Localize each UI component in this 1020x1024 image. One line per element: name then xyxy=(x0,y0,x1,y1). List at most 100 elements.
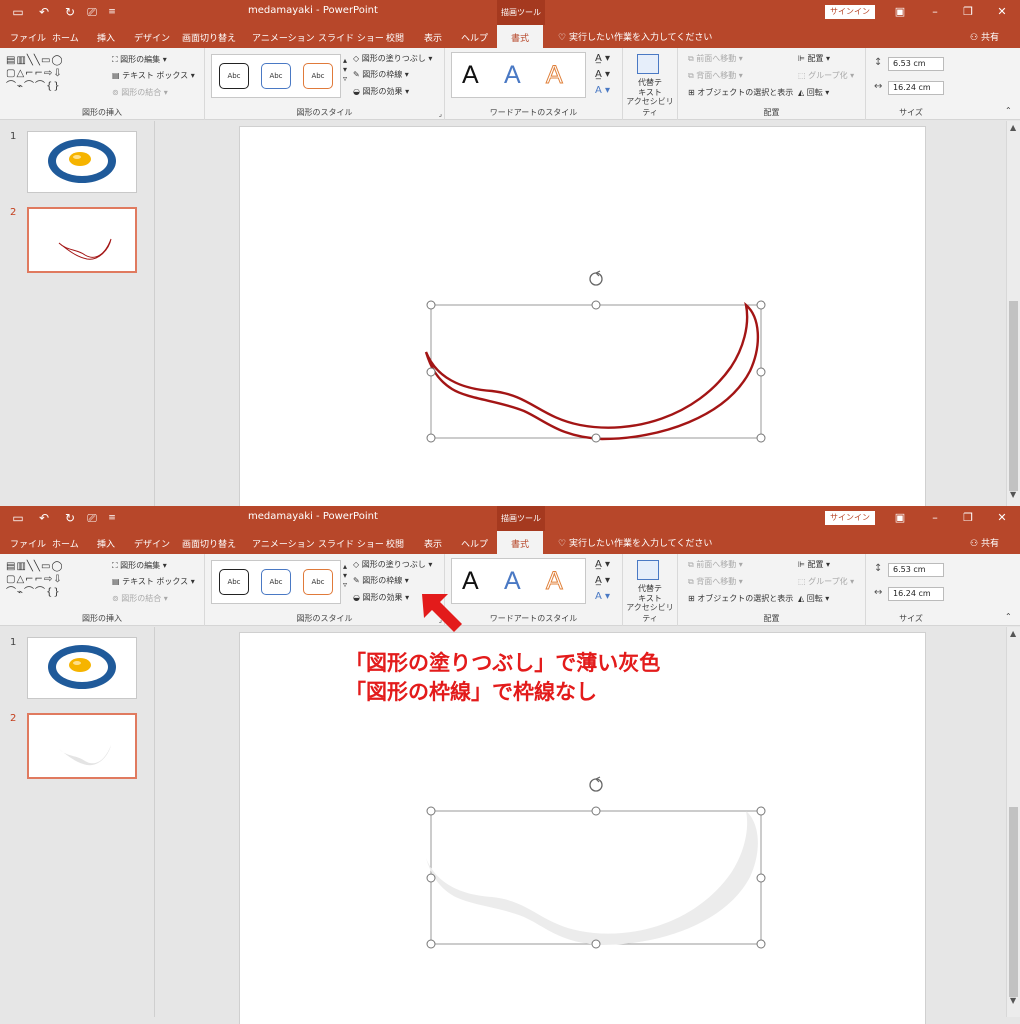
tab-view[interactable]: 表示 xyxy=(424,537,442,550)
slide-thumbnail-2[interactable] xyxy=(27,713,137,779)
align-button[interactable]: ⊫ 配置 ▾ xyxy=(798,559,830,570)
vertical-scrollbar[interactable]: ▲ ▼ xyxy=(1006,627,1020,1017)
tab-help[interactable]: ヘルプ xyxy=(461,537,488,550)
alt-text-button[interactable]: 代替テ キスト xyxy=(638,78,662,98)
rotation-handle[interactable] xyxy=(589,776,603,792)
tell-me-search[interactable]: ♡ 実行したい作業を入力してください xyxy=(558,536,712,549)
wordart-style-black[interactable]: A xyxy=(462,61,479,90)
alt-text-button[interactable]: 代替テ キスト xyxy=(638,584,662,604)
scroll-down-icon[interactable]: ▼ xyxy=(1010,490,1016,499)
tab-design[interactable]: デザイン xyxy=(134,537,170,550)
minimize-icon[interactable]: – xyxy=(925,509,945,527)
style-thumb-black[interactable]: Abc xyxy=(219,63,249,89)
tab-insert[interactable]: 挿入 xyxy=(97,537,115,550)
sizing-handles[interactable] xyxy=(426,806,766,949)
redo-icon[interactable]: ↻ xyxy=(62,4,78,20)
tab-help[interactable]: ヘルプ xyxy=(461,31,488,44)
height-input[interactable]: 6.53 cm xyxy=(888,57,944,71)
align-button[interactable]: ⊫ 配置 ▾ xyxy=(798,53,830,64)
signin-button[interactable]: サインイン xyxy=(825,5,875,19)
start-slideshow-icon[interactable]: ⎚ xyxy=(84,4,100,20)
tab-file[interactable]: ファイル xyxy=(10,31,46,44)
scroll-up-icon[interactable]: ▲ xyxy=(1010,629,1016,638)
style-thumb-blue[interactable]: Abc xyxy=(261,569,291,595)
tab-animations[interactable]: アニメーション xyxy=(252,31,315,44)
edit-shape-button[interactable]: ⛶ 図形の編集 ▾ xyxy=(112,560,167,571)
shape-effects-button[interactable]: ◒ 図形の効果 ▾ xyxy=(353,592,409,603)
edit-shape-button[interactable]: ⛶ 図形の編集 ▾ xyxy=(112,54,167,65)
tab-slideshow[interactable]: スライド ショー xyxy=(318,31,384,44)
width-input[interactable]: 16.24 cm xyxy=(888,587,944,601)
start-slideshow-icon[interactable]: ⎚ xyxy=(84,510,100,526)
undo-icon[interactable]: ↶ xyxy=(36,4,52,20)
tab-slideshow[interactable]: スライド ショー xyxy=(318,537,384,550)
collapse-ribbon-icon[interactable]: ⌃ xyxy=(1005,612,1012,621)
tab-design[interactable]: デザイン xyxy=(134,31,170,44)
group-button[interactable]: ⬚ グループ化 ▾ xyxy=(798,576,854,587)
text-box-button[interactable]: ▤ テキスト ボックス ▾ xyxy=(112,576,195,587)
restore-icon[interactable]: ❐ xyxy=(958,3,978,21)
scroll-up-icon[interactable]: ▲ xyxy=(1010,123,1016,132)
customize-toolbar-icon[interactable]: ≡ xyxy=(104,4,120,20)
text-outline-icon[interactable]: A̲ ▾ xyxy=(595,575,610,586)
close-icon[interactable]: ✕ xyxy=(992,509,1012,527)
wordart-style-blue[interactable]: A xyxy=(504,567,521,596)
merge-shapes-button[interactable]: ⊚ 図形の結合 ▾ xyxy=(112,87,168,98)
send-backward-button[interactable]: ⧉ 背面へ移動 ▾ xyxy=(688,70,743,81)
ribbon-display-icon[interactable]: ▣ xyxy=(890,509,910,527)
style-thumb-orange[interactable]: Abc xyxy=(303,63,333,89)
share-button[interactable]: ⚇ 共有 xyxy=(970,30,999,43)
text-fill-icon[interactable]: A̲ ▾ xyxy=(595,53,610,64)
rotate-button[interactable]: ◭ 回転 ▾ xyxy=(798,593,829,604)
save-icon[interactable]: ▭ xyxy=(10,4,26,20)
shapes-gallery[interactable]: ▤▥╲╲▭◯ ▢△⌐⌐⇨⇩ ⌒⌁⌒⌒{} xyxy=(6,54,96,98)
tab-format[interactable]: 書式 xyxy=(497,531,544,554)
tell-me-search[interactable]: ♡ 実行したい作業を入力してください xyxy=(558,30,712,43)
undo-icon[interactable]: ↶ xyxy=(36,510,52,526)
shape-fill-button[interactable]: ◇ 図形の塗りつぶし ▾ xyxy=(353,559,432,570)
banana-curve-shape[interactable] xyxy=(426,811,758,945)
slide-thumbnail-1[interactable] xyxy=(27,637,137,699)
tab-review[interactable]: 校閲 xyxy=(386,537,404,550)
shape-style-gallery[interactable]: Abc Abc Abc xyxy=(211,560,341,604)
tab-review[interactable]: 校閲 xyxy=(386,31,404,44)
selection-pane-button[interactable]: ⊞ オブジェクトの選択と表示 xyxy=(688,593,793,604)
alt-text-icon[interactable] xyxy=(637,560,659,580)
tab-insert[interactable]: 挿入 xyxy=(97,31,115,44)
text-box-button[interactable]: ▤ テキスト ボックス ▾ xyxy=(112,70,195,81)
share-button[interactable]: ⚇ 共有 xyxy=(970,536,999,549)
send-backward-button[interactable]: ⧉ 背面へ移動 ▾ xyxy=(688,576,743,587)
slide-thumbnail-2[interactable] xyxy=(27,207,137,273)
selected-freeform-shape[interactable] xyxy=(240,127,927,506)
bring-forward-button[interactable]: ⧉ 前面へ移動 ▾ xyxy=(688,53,743,64)
shape-outline-button[interactable]: ✎ 図形の枠線 ▾ xyxy=(353,575,409,586)
customize-toolbar-icon[interactable]: ≡ xyxy=(104,510,120,526)
tab-view[interactable]: 表示 xyxy=(424,31,442,44)
close-icon[interactable]: ✕ xyxy=(992,3,1012,21)
shape-outline-button[interactable]: ✎ 図形の枠線 ▾ xyxy=(353,69,409,80)
scroll-thumb[interactable] xyxy=(1009,807,1018,997)
redo-icon[interactable]: ↻ xyxy=(62,510,78,526)
bring-forward-button[interactable]: ⧉ 前面へ移動 ▾ xyxy=(688,559,743,570)
shape-style-gallery[interactable]: Abc Abc Abc xyxy=(211,54,341,98)
vertical-scrollbar[interactable]: ▲ ▼ xyxy=(1006,121,1020,506)
gallery-scroll-icon[interactable]: ▴ ▾ ▿ xyxy=(343,562,347,589)
width-input[interactable]: 16.24 cm xyxy=(888,81,944,95)
height-input[interactable]: 6.53 cm xyxy=(888,563,944,577)
tab-file[interactable]: ファイル xyxy=(10,537,46,550)
style-thumb-orange[interactable]: Abc xyxy=(303,569,333,595)
tab-transitions[interactable]: 画面切り替え xyxy=(182,537,236,550)
style-thumb-blue[interactable]: Abc xyxy=(261,63,291,89)
rotate-button[interactable]: ◭ 回転 ▾ xyxy=(798,87,829,98)
scroll-down-icon[interactable]: ▼ xyxy=(1010,996,1016,1005)
scroll-thumb[interactable] xyxy=(1009,301,1018,491)
text-fill-icon[interactable]: A̲ ▾ xyxy=(595,559,610,570)
tab-transitions[interactable]: 画面切り替え xyxy=(182,31,236,44)
signin-button[interactable]: サインイン xyxy=(825,511,875,525)
wordart-style-orange-outline[interactable]: A xyxy=(546,61,564,90)
sizing-handles[interactable] xyxy=(426,300,766,443)
save-icon[interactable]: ▭ xyxy=(10,510,26,526)
text-outline-icon[interactable]: A̲ ▾ xyxy=(595,69,610,80)
restore-icon[interactable]: ❐ xyxy=(958,509,978,527)
wordart-gallery[interactable]: A A A xyxy=(451,52,586,98)
